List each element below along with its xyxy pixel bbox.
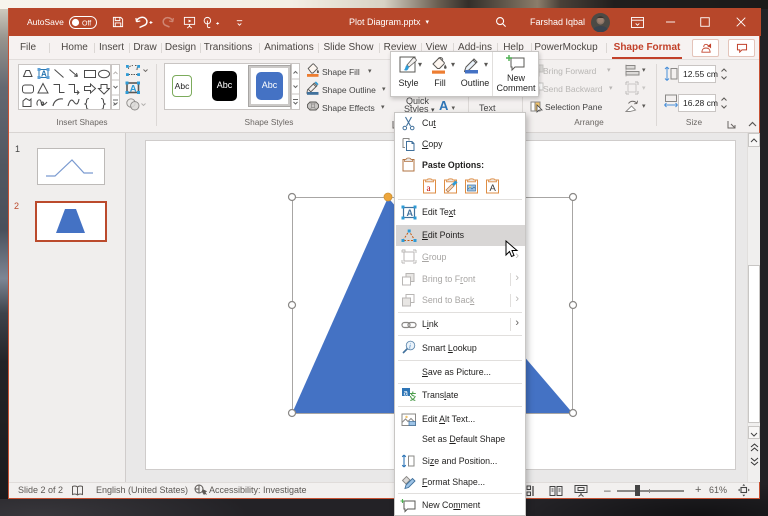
svg-text:A: A: [490, 183, 497, 194]
svg-text:Off: Off: [82, 20, 91, 27]
svg-text:A: A: [407, 208, 414, 218]
svg-text:i: i: [409, 343, 411, 351]
svg-text:a: a: [404, 388, 409, 397]
svg-text:A: A: [130, 84, 137, 95]
svg-text:A: A: [41, 70, 47, 79]
svg-text:a: a: [427, 183, 431, 193]
